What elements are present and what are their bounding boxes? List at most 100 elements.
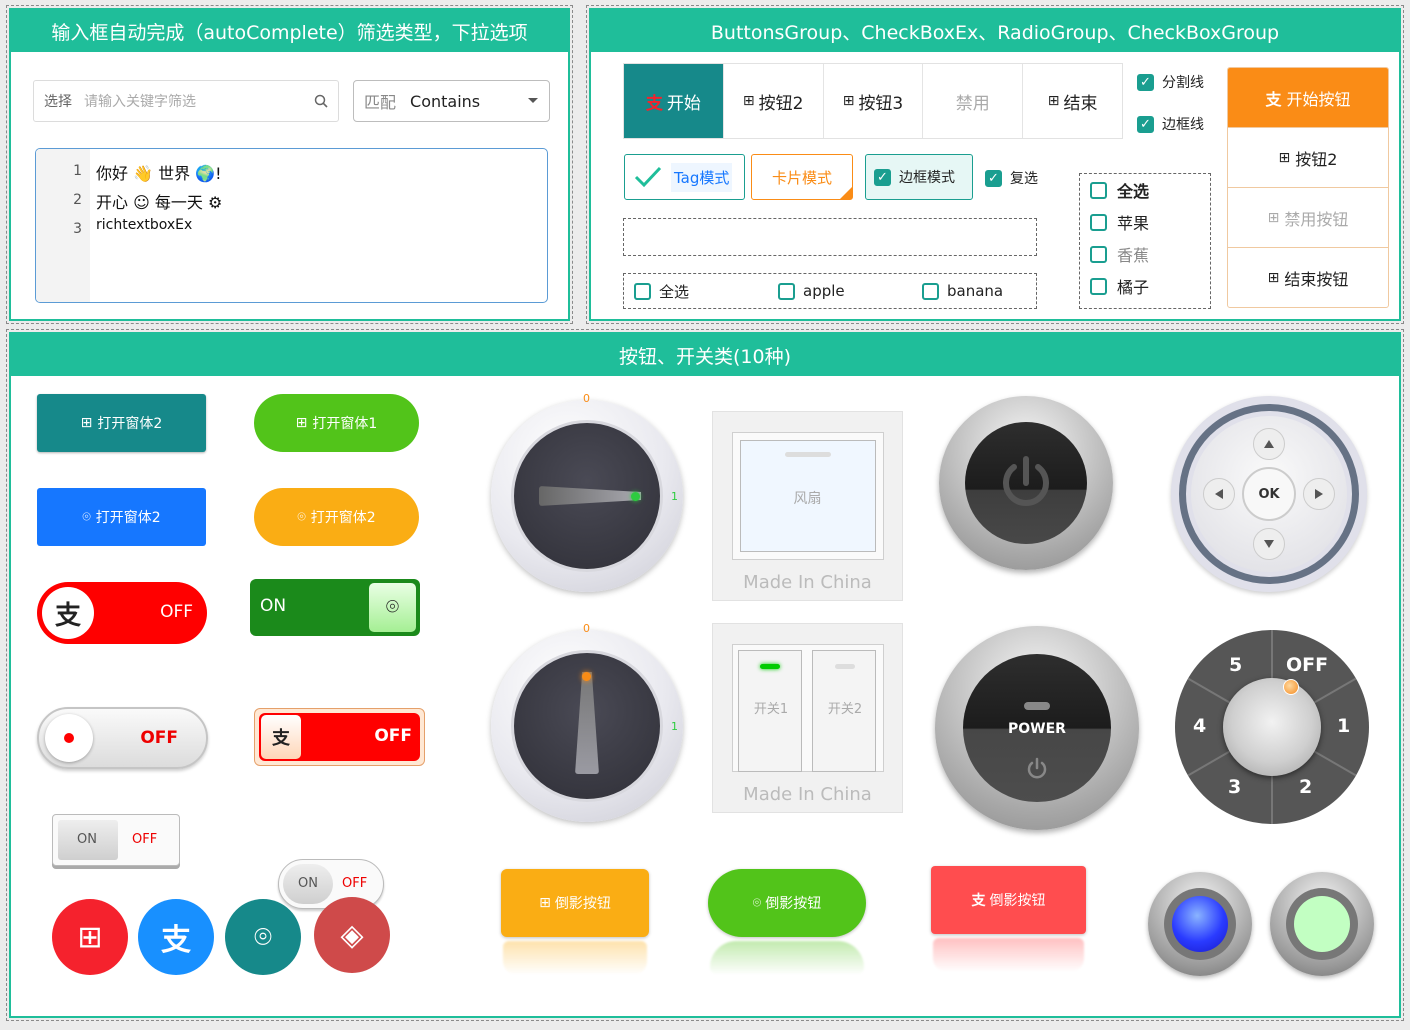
- check-label: apple: [803, 282, 845, 300]
- record-dot-icon: [64, 733, 74, 743]
- dpad-down-button[interactable]: [1253, 528, 1285, 560]
- chevron-down-icon: [528, 98, 538, 103]
- switch-on-text: ON: [77, 832, 97, 847]
- toggle-thumb: [45, 714, 93, 762]
- wall-switch-fan[interactable]: 风扇 Made In China: [712, 411, 903, 601]
- triangle-up-icon: [1264, 440, 1274, 448]
- power-button-2[interactable]: POWER: [935, 626, 1139, 830]
- switch-led-off: [835, 664, 855, 669]
- segment-start[interactable]: 支 开始: [624, 64, 724, 138]
- alipay-round-button[interactable]: 支: [138, 899, 214, 975]
- segment-button2[interactable]: ⊞ 按钮2: [724, 64, 824, 138]
- fan-label: 风扇: [793, 491, 822, 507]
- vbutton-2[interactable]: ⊞ 按钮2: [1228, 128, 1388, 188]
- card-mode-radio[interactable]: 卡片模式: [751, 154, 853, 200]
- mini-switch-rect[interactable]: ON OFF: [52, 814, 180, 866]
- rotary-label: 2: [1299, 776, 1313, 798]
- power-button-1[interactable]: [939, 396, 1113, 570]
- check-label: 全选: [1117, 182, 1150, 201]
- power-indicator: [1024, 702, 1050, 710]
- open-form2-blue-button[interactable]: ⌾ 打开窗体2: [37, 488, 206, 546]
- open-form1-green-button[interactable]: ⊞ 打开窗体1: [254, 394, 419, 452]
- dpad-right-button[interactable]: [1303, 478, 1335, 510]
- toggle-thumb: 支: [261, 715, 301, 759]
- dpad-up-button[interactable]: [1253, 428, 1285, 460]
- option-divider[interactable]: 分割线: [1137, 72, 1204, 92]
- check-apple-item[interactable]: apple: [768, 282, 912, 300]
- card-mode-label: 卡片模式: [771, 168, 832, 187]
- rotary-label: 5: [1229, 654, 1243, 676]
- check-label: 苹果: [1117, 214, 1150, 233]
- check-banana-item[interactable]: 香蕉: [1090, 242, 1149, 266]
- match-select[interactable]: 匹配 Contains: [353, 80, 550, 122]
- wall-switch-double[interactable]: 开关1 开关2 Made In China: [712, 623, 903, 813]
- check-banana-item[interactable]: banana: [912, 282, 1003, 300]
- apple-round-button[interactable]: ⌾: [225, 899, 301, 975]
- open-form2-orange-button[interactable]: ⌾ 打开窗体2: [254, 488, 419, 546]
- vertical-buttons-group: 支 开始按钮 ⊞ 按钮2 ⊞ 禁用按钮 ⊞ 结束按钮: [1227, 67, 1389, 308]
- triangle-down-icon: [1264, 540, 1274, 548]
- alipay-icon: 支: [161, 923, 191, 958]
- vbutton-label: 开始按钮: [1286, 89, 1351, 109]
- segment-end[interactable]: ⊞ 结束: [1023, 64, 1122, 138]
- windows-icon: ⊞: [80, 415, 93, 431]
- dpad-ok-button[interactable]: OK: [1242, 467, 1296, 521]
- apple-toggle-on[interactable]: ON ⌾: [250, 579, 420, 636]
- indicator-light-blue[interactable]: [1148, 872, 1252, 976]
- checkbox-icon: [634, 282, 651, 300]
- record-toggle-off[interactable]: OFF: [37, 707, 208, 769]
- check-label: 香蕉: [1117, 246, 1150, 265]
- diamond-round-button[interactable]: ◈: [314, 897, 390, 973]
- autocomplete-panel: 输入框自动完成（autoComplete）筛选类型，下拉选项 选择 请输入关键字…: [6, 5, 573, 324]
- option-border[interactable]: 边框线: [1137, 114, 1204, 134]
- rotary-selector[interactable]: 5 OFF 4 1 3 2: [1175, 630, 1369, 824]
- check-orange-item[interactable]: 橘子: [1090, 274, 1149, 298]
- dpad-left-button[interactable]: [1203, 478, 1235, 510]
- toggle-text: OFF: [160, 602, 193, 622]
- segment-label: 按钮2: [758, 93, 804, 114]
- windows-round-button[interactable]: ⊞: [52, 899, 128, 975]
- check-apple-item[interactable]: 苹果: [1090, 210, 1149, 234]
- rich-text-editor[interactable]: 1 你好 👋 世界 🌍! 2 开心 ☺ 每一天 ⚙ 3 richtextboxE…: [35, 148, 548, 303]
- open-form2-teal-button[interactable]: ⊞ 打开窗体2: [37, 394, 206, 452]
- light-lamp: [1294, 896, 1350, 952]
- check-all-item[interactable]: 全选: [624, 281, 768, 302]
- segment-label: 开始: [666, 93, 701, 114]
- tag-mode-radio[interactable]: Tag模式: [624, 154, 745, 200]
- vbutton-start[interactable]: 支 开始按钮: [1228, 68, 1388, 128]
- checkbox-group-horizontal: 全选 apple banana: [623, 273, 1037, 309]
- rotary-knob: [1223, 678, 1321, 776]
- search-icon: [314, 94, 328, 108]
- reflection-button-alipay[interactable]: 支 倒影按钮: [931, 866, 1086, 934]
- multi-select-label: 复选: [1010, 171, 1038, 187]
- windows-icon: ⊞: [1267, 209, 1280, 226]
- multi-select-checkbox[interactable]: 复选: [985, 168, 1038, 188]
- search-input[interactable]: 选择 请输入关键字筛选: [33, 80, 339, 122]
- diamond-icon: ◈: [340, 917, 364, 953]
- switch-led-on: [760, 664, 780, 669]
- check-label: 全选: [659, 282, 690, 301]
- check-all-item[interactable]: 全选: [1090, 178, 1149, 202]
- button-label: 打开窗体2: [310, 510, 376, 526]
- segment-label: 结束: [1063, 93, 1098, 114]
- apple-icon: ⌾: [297, 509, 306, 525]
- match-value: Contains: [410, 91, 481, 111]
- alipay-toggle-off[interactable]: 支 OFF: [37, 582, 207, 644]
- triangle-right-icon: [1315, 489, 1323, 499]
- segment-button3[interactable]: ⊞ 按钮3: [824, 64, 924, 138]
- checkbox-icon: [1090, 213, 1107, 231]
- alipay-icon: 支: [1265, 89, 1282, 109]
- alipay-toggle-off-rect[interactable]: 支 OFF: [254, 708, 425, 766]
- rotary-knob-2[interactable]: 0 1: [491, 622, 683, 822]
- rotary-knob-1[interactable]: 0 1: [491, 392, 683, 592]
- indicator-light-green[interactable]: [1270, 872, 1374, 976]
- reflection-button-apple[interactable]: ⌾ 倒影按钮: [708, 869, 866, 937]
- vbutton-label: 禁用按钮: [1284, 209, 1349, 229]
- reflection-button-windows[interactable]: ⊞ 倒影按钮: [501, 869, 649, 937]
- apple-icon: ⌾: [82, 509, 91, 525]
- alipay-icon: 支: [54, 600, 81, 631]
- rotary-label: 3: [1228, 776, 1242, 798]
- power-icon: [1027, 757, 1047, 779]
- border-mode-checkbox[interactable]: 边框模式: [865, 154, 973, 200]
- vbutton-end[interactable]: ⊞ 结束按钮: [1228, 248, 1388, 307]
